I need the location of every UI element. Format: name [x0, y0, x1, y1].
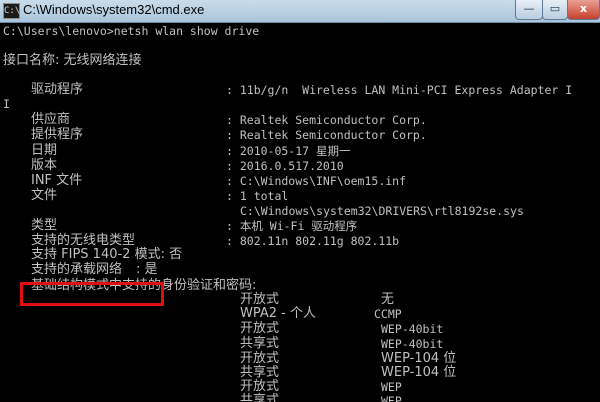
inf-file-value: : C:\Windows\INF\oem15.inf [226, 174, 407, 188]
auth-row-2-cipher: CCMP [374, 307, 402, 321]
hosted-network-highlight [20, 282, 164, 306]
files-value: : 1 total [226, 189, 289, 203]
driver-label: 驱动程序 [31, 82, 84, 97]
date-label: 日期 [31, 143, 58, 158]
console-output[interactable]: C:\Users\lenovo>netsh wlan show drive 接口… [0, 23, 600, 402]
interface-name-line: 接口名称: 无线网络连接 [3, 53, 142, 68]
title-bar[interactable]: C:\ C:\Windows\system32\cmd.exe — ▭ x [0, 0, 600, 23]
hosted-network-value: : 是 [136, 262, 158, 277]
version-label: 版本 [31, 158, 58, 173]
driver-value: : 11b/g/n Wireless LAN Mini-PCI Express … [226, 83, 573, 97]
auth-row-8-cipher: WEP [381, 394, 402, 402]
auth-row-3-cipher: WEP-40bit [381, 322, 444, 336]
type-value: : 本机 Wi-Fi 驱动程序 [226, 219, 358, 233]
window-title: C:\Windows\system32\cmd.exe [23, 2, 205, 17]
auth-row-2-auth: WPA2 - 个人 [240, 306, 316, 321]
provider-value: : Realtek Semiconductor Corp. [226, 128, 427, 142]
maximize-button[interactable]: ▭ [542, 0, 568, 20]
close-button[interactable]: x [567, 0, 600, 20]
files-path: C:\Windows\system32\DRIVERS\rtl8192se.sy… [240, 204, 524, 218]
minimize-button[interactable]: — [515, 0, 543, 20]
fips-line: 支持 FIPS 140-2 模式: 否 [31, 247, 183, 262]
auth-row-8-auth: 共享式 [240, 393, 280, 402]
vendor-label: 供应商 [31, 112, 71, 127]
hosted-network-label: 支持的承载网络 [31, 262, 123, 277]
cmd-icon: C:\ [3, 3, 20, 19]
date-value: : 2010-05-17 星期一 [226, 144, 351, 158]
radio-types-value: : 802.11n 802.11g 802.11b [226, 234, 400, 248]
provider-label: 提供程序 [31, 127, 84, 142]
auth-row-4-auth: 共享式 [240, 336, 280, 351]
auth-row-4-cipher: WEP-40bit [381, 337, 444, 351]
wrapped-char: I [3, 97, 10, 111]
inf-file-label: INF 文件 [31, 173, 83, 188]
cmd-window: C:\ C:\Windows\system32\cmd.exe — ▭ x C:… [0, 0, 600, 402]
version-value: : 2016.0.517.2010 [226, 159, 344, 173]
vendor-value: : Realtek Semiconductor Corp. [226, 113, 427, 127]
command-prompt-line: C:\Users\lenovo>netsh wlan show drive [3, 24, 260, 38]
files-label: 文件 [31, 188, 58, 203]
type-label: 类型 [31, 218, 58, 233]
auth-row-3-auth: 开放式 [240, 321, 280, 336]
